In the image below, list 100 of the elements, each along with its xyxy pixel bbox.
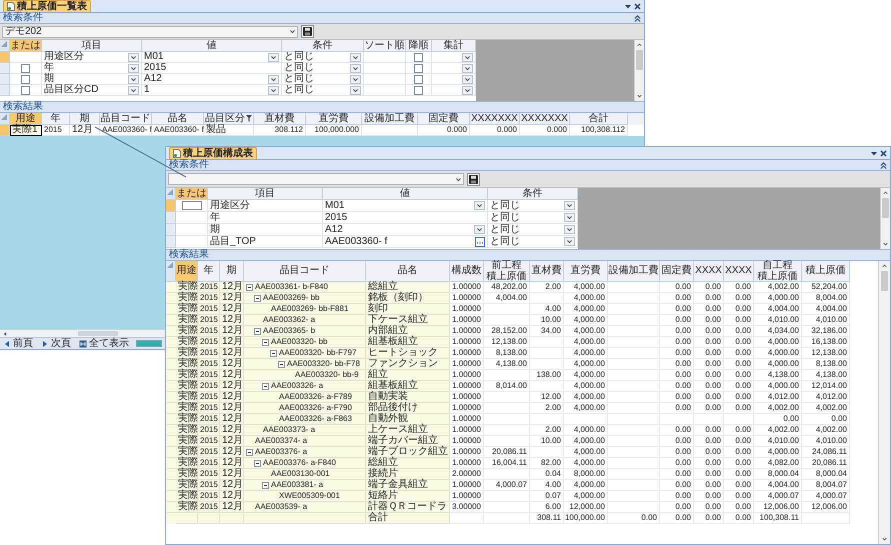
- scroll-down-icon[interactable]: [881, 536, 888, 542]
- column-header[interactable]: 用途: [176, 261, 198, 282]
- filter-icon[interactable]: [246, 115, 252, 122]
- dropdown-button[interactable]: [128, 74, 139, 84]
- grid-cell[interactable]: [10, 74, 42, 85]
- column-header[interactable]: 項目: [208, 188, 323, 200]
- collapse-icon[interactable]: [634, 14, 641, 22]
- close-icon[interactable]: [880, 150, 887, 156]
- scroll-up-icon[interactable]: [881, 263, 888, 269]
- dropdown-button[interactable]: [564, 201, 575, 210]
- dropdown-button[interactable]: [474, 225, 485, 234]
- dropdown-button[interactable]: [268, 86, 279, 94]
- dropdown-button[interactable]: [462, 64, 473, 72]
- dropdown-icon[interactable]: [625, 4, 631, 8]
- column-header[interactable]: 直材費: [530, 261, 564, 282]
- checkbox[interactable]: [414, 86, 423, 94]
- column-header[interactable]: 品名: [366, 261, 450, 282]
- close-icon[interactable]: [634, 2, 641, 10]
- checkbox[interactable]: [21, 64, 30, 72]
- browse-button[interactable]: [475, 236, 485, 246]
- save-button[interactable]: [301, 25, 314, 38]
- grid-cell[interactable]: [364, 63, 406, 74]
- column-header[interactable]: 品目コード: [244, 261, 366, 282]
- column-header[interactable]: 設備加工費: [608, 261, 660, 282]
- column-header[interactable]: XXXX: [694, 261, 724, 282]
- column-header[interactable]: 条件: [488, 188, 578, 200]
- dropdown-button[interactable]: [462, 52, 473, 62]
- dropdown-button[interactable]: [564, 225, 575, 234]
- collapse-icon[interactable]: [246, 448, 253, 456]
- column-header[interactable]: 期: [80, 114, 90, 124]
- scroll-up-icon[interactable]: [882, 190, 889, 196]
- scroll-thumb[interactable]: [636, 50, 643, 70]
- column-header[interactable]: 降順: [406, 40, 432, 52]
- column-header[interactable]: 値: [142, 40, 282, 52]
- checkbox[interactable]: [21, 74, 30, 84]
- column-header[interactable]: 年: [198, 261, 220, 282]
- column-header[interactable]: XXXXXXX: [521, 114, 568, 124]
- dropdown-button[interactable]: [564, 237, 575, 246]
- dropdown-button[interactable]: [268, 52, 279, 62]
- grid-cell[interactable]: [176, 200, 208, 212]
- column-header[interactable]: または: [10, 40, 42, 52]
- grid-cell[interactable]: [176, 212, 208, 224]
- grid-cell[interactable]: [364, 74, 406, 85]
- preset-dropdown[interactable]: デモ202: [2, 26, 298, 38]
- collapse-icon[interactable]: [270, 350, 277, 356]
- dropdown-button[interactable]: [128, 86, 139, 94]
- checkbox[interactable]: [414, 52, 423, 62]
- collapse-icon[interactable]: [278, 360, 285, 368]
- save-button[interactable]: [467, 172, 480, 186]
- tab[interactable]: 積上原価構成表: [169, 147, 257, 159]
- column-header[interactable]: 年: [50, 114, 60, 124]
- column-header[interactable]: 固定費: [660, 261, 694, 282]
- scroll-up-icon[interactable]: [636, 42, 643, 48]
- grid-cell[interactable]: [176, 224, 208, 236]
- scroll-down-icon[interactable]: [882, 241, 889, 247]
- column-header[interactable]: 自工程: [762, 260, 792, 270]
- dropdown-button[interactable]: [350, 64, 361, 72]
- dropdown-button[interactable]: [128, 52, 139, 62]
- column-header[interactable]: 構成数: [450, 261, 484, 282]
- dropdown-button[interactable]: [564, 213, 575, 222]
- grid-cell[interactable]: [364, 52, 406, 63]
- collapse-icon[interactable]: [262, 482, 269, 488]
- column-header[interactable]: XXXX: [724, 261, 754, 282]
- tab[interactable]: 積上原価一覧表: [3, 0, 91, 12]
- column-header[interactable]: または: [176, 188, 208, 200]
- dropdown-button[interactable]: [462, 74, 473, 84]
- grid-cell[interactable]: [10, 85, 42, 96]
- dropdown-button[interactable]: [350, 52, 361, 62]
- dropdown-button[interactable]: [268, 74, 279, 84]
- vertical-scrollbar[interactable]: [878, 261, 890, 544]
- show-all-button[interactable]: 全て表示: [78, 338, 130, 348]
- column-header[interactable]: 期: [220, 261, 244, 282]
- column-header[interactable]: 直労費: [564, 261, 608, 282]
- column-header[interactable]: XXXXXXX: [471, 114, 518, 124]
- collapse-icon[interactable]: [254, 460, 261, 466]
- collapse-icon[interactable]: [254, 328, 261, 334]
- column-header[interactable]: ソート順: [364, 40, 406, 52]
- collapse-icon[interactable]: [254, 294, 261, 302]
- checkbox[interactable]: [414, 74, 423, 84]
- dropdown-button[interactable]: [350, 86, 361, 94]
- vertical-scrollbar[interactable]: [880, 188, 890, 249]
- collapse-icon[interactable]: [246, 284, 253, 290]
- collapse-icon[interactable]: [880, 162, 887, 168]
- scroll-down-icon[interactable]: [636, 93, 643, 99]
- scroll-thumb[interactable]: [881, 271, 888, 291]
- previous-page-button[interactable]: 前頁: [2, 338, 34, 348]
- column-header[interactable]: 品名: [168, 114, 188, 124]
- vertical-scrollbar[interactable]: [634, 40, 644, 101]
- collapse-icon[interactable]: [262, 338, 269, 346]
- column-header[interactable]: 値: [323, 188, 488, 200]
- input-field[interactable]: [182, 201, 202, 210]
- grid-cell[interactable]: [176, 236, 208, 248]
- column-header[interactable]: 積上原価: [802, 261, 850, 282]
- column-header[interactable]: 前工程: [492, 260, 522, 270]
- column-header[interactable]: 項目: [42, 40, 142, 52]
- collapse-icon[interactable]: [262, 382, 269, 390]
- dropdown-button[interactable]: [462, 86, 473, 94]
- grid-cell[interactable]: [10, 52, 42, 63]
- dropdown-button[interactable]: [128, 64, 139, 72]
- grid-cell[interactable]: [364, 85, 406, 96]
